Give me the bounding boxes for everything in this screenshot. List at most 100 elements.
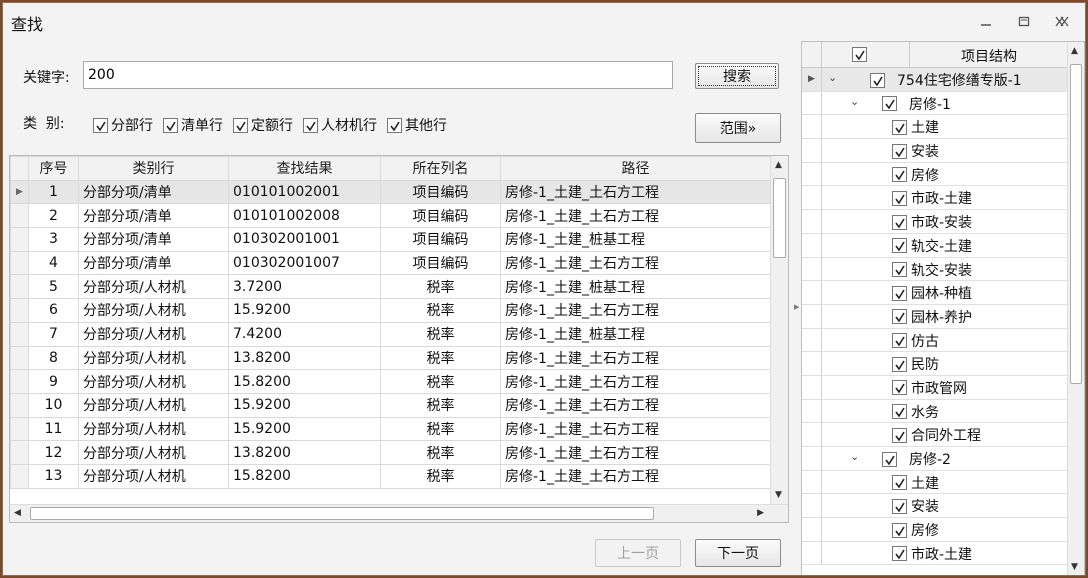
row-indicator[interactable] bbox=[10, 392, 29, 418]
cell-path[interactable]: 房修-1_土建_土石方工程 bbox=[500, 463, 771, 489]
cell-path[interactable]: 房修-1_土建_土石方工程 bbox=[500, 298, 771, 323]
cell-result[interactable]: 15.9200 bbox=[228, 298, 381, 323]
checkbox-icon[interactable] bbox=[892, 143, 907, 159]
tree-node-item[interactable]: 土建 bbox=[802, 470, 1068, 495]
tree-node-item[interactable]: 民防 bbox=[802, 352, 1068, 376]
cell-category[interactable]: 分部分项/人材机 bbox=[78, 416, 229, 442]
tree-node-item[interactable]: 安装 bbox=[802, 494, 1068, 519]
cell-column[interactable]: 税率 bbox=[380, 392, 501, 418]
col-header-result[interactable]: 查找结果 bbox=[228, 156, 381, 181]
chevron-down-icon[interactable]: ⌄ bbox=[828, 71, 837, 84]
table-row[interactable]: 8 分部分项/人材机 13.8200 税率 房修-1_土建_土石方工程 bbox=[10, 345, 771, 371]
cell-column[interactable]: 税率 bbox=[380, 274, 501, 300]
cell-path[interactable]: 房修-1_土建_土石方工程 bbox=[500, 369, 771, 394]
tree-node-item[interactable]: 合同外工程 bbox=[802, 423, 1068, 447]
checkbox-icon[interactable] bbox=[892, 262, 907, 277]
tree-node-label[interactable]: 园林-养护 bbox=[911, 307, 972, 327]
scroll-down-icon[interactable]: ▼ bbox=[1071, 562, 1078, 572]
tree-node-label[interactable]: 土建 bbox=[911, 473, 939, 493]
scroll-up-icon[interactable]: ▲ bbox=[1071, 46, 1078, 56]
cell-result[interactable]: 15.9200 bbox=[228, 392, 381, 418]
scroll-left-icon[interactable]: ◀ bbox=[14, 508, 21, 518]
row-indicator[interactable] bbox=[10, 463, 29, 489]
cell-result[interactable]: 15.9200 bbox=[228, 416, 381, 442]
tree-node-root[interactable]: ▶ ⌄ 754住宅修缮专版-1 bbox=[802, 68, 1068, 92]
table-row[interactable]: 9 分部分项/人材机 15.8200 税率 房修-1_土建_土石方工程 bbox=[10, 369, 771, 394]
scroll-thumb[interactable] bbox=[1070, 64, 1082, 384]
scroll-thumb[interactable] bbox=[773, 178, 786, 258]
cell-category[interactable]: 分部分项/人材机 bbox=[78, 345, 229, 371]
tree-node-item[interactable]: 市政-土建 bbox=[802, 541, 1068, 566]
cell-column[interactable]: 项目编码 bbox=[380, 179, 501, 205]
row-indicator[interactable] bbox=[10, 416, 29, 442]
tree-node-label[interactable]: 轨交-安装 bbox=[911, 260, 972, 280]
range-button[interactable]: 范围» bbox=[695, 113, 781, 143]
cell-path[interactable]: 房修-1_土建_土石方工程 bbox=[500, 416, 771, 442]
cell-category[interactable]: 分部分项/人材机 bbox=[78, 463, 229, 489]
row-indicator[interactable] bbox=[10, 369, 29, 394]
cell-column[interactable]: 税率 bbox=[380, 416, 501, 442]
cell-result[interactable]: 15.8200 bbox=[228, 463, 381, 489]
tree-node-group[interactable]: ⌄ 房修-1 bbox=[802, 91, 1068, 116]
scroll-thumb[interactable] bbox=[30, 507, 654, 520]
category-qingdan[interactable]: 清单行 bbox=[163, 115, 223, 135]
tree-node-item[interactable]: 市政-安装 bbox=[802, 210, 1068, 234]
cell-result[interactable]: 010101002001 bbox=[228, 179, 381, 205]
cell-category[interactable]: 分部分项/人材机 bbox=[78, 298, 229, 323]
cell-no[interactable]: 4 bbox=[28, 250, 79, 276]
tree-vertical-scrollbar[interactable]: ▲ ▼ bbox=[1067, 42, 1084, 575]
table-row[interactable]: 2 分部分项/清单 010101002008 项目编码 房修-1_土建_土石方工程 bbox=[10, 203, 771, 229]
scroll-right-icon[interactable]: ▶ bbox=[757, 508, 764, 518]
cell-category[interactable]: 分部分项/清单 bbox=[78, 227, 229, 252]
cell-result[interactable]: 010302001007 bbox=[228, 250, 381, 276]
cell-no[interactable]: 3 bbox=[28, 227, 79, 252]
table-row[interactable]: 12 分部分项/人材机 13.8200 税率 房修-1_土建_土石方工程 bbox=[10, 440, 771, 465]
tree-node-label[interactable]: 土建 bbox=[911, 117, 939, 137]
tree-node-label[interactable]: 园林-种植 bbox=[911, 283, 972, 303]
checkbox-icon[interactable] bbox=[163, 117, 178, 133]
tree-node-label[interactable]: 安装 bbox=[911, 496, 939, 516]
row-indicator[interactable] bbox=[10, 440, 29, 465]
scroll-down-icon[interactable]: ▼ bbox=[775, 490, 782, 500]
checkbox-icon[interactable] bbox=[387, 117, 402, 133]
search-button[interactable]: 搜索 bbox=[695, 63, 779, 89]
category-dinge[interactable]: 定额行 bbox=[233, 115, 293, 135]
tree-node-label[interactable]: 轨交-土建 bbox=[911, 236, 972, 256]
tree-node-item[interactable]: 市政-土建 bbox=[802, 186, 1068, 211]
table-row[interactable]: 13 分部分项/人材机 15.8200 税率 房修-1_土建_土石方工程 bbox=[10, 463, 771, 489]
cell-no[interactable]: 9 bbox=[28, 369, 79, 394]
cell-category[interactable]: 分部分项/人材机 bbox=[78, 369, 229, 394]
minimize-icon[interactable] bbox=[975, 13, 997, 31]
tree-node-label[interactable]: 市政管网 bbox=[911, 378, 967, 398]
cell-no[interactable]: 8 bbox=[28, 345, 79, 371]
row-indicator[interactable] bbox=[10, 250, 29, 276]
table-row[interactable]: 5 分部分项/人材机 3.7200 税率 房修-1_土建_桩基工程 bbox=[10, 274, 771, 300]
tree-node-label[interactable]: 水务 bbox=[911, 402, 939, 422]
cell-category[interactable]: 分部分项/人材机 bbox=[78, 392, 229, 418]
checkbox-icon[interactable] bbox=[892, 238, 907, 254]
checkbox-icon[interactable] bbox=[870, 72, 885, 88]
cell-no[interactable]: 2 bbox=[28, 203, 79, 229]
category-other[interactable]: 其他行 bbox=[387, 115, 447, 135]
cell-no[interactable]: 10 bbox=[28, 392, 79, 418]
splitter-arrow-icon[interactable]: ▶ bbox=[794, 303, 799, 311]
cell-category[interactable]: 分部分项/人材机 bbox=[78, 321, 229, 347]
tree-node-label[interactable]: 房修 bbox=[911, 165, 939, 185]
tree-node-item[interactable]: 轨交-安装 bbox=[802, 257, 1068, 282]
cell-no[interactable]: 11 bbox=[28, 416, 79, 442]
cell-column[interactable]: 项目编码 bbox=[380, 227, 501, 252]
results-horizontal-scrollbar[interactable]: ◀ ▶ bbox=[10, 504, 788, 522]
row-indicator[interactable]: ▶ bbox=[10, 179, 29, 205]
cell-column[interactable]: 税率 bbox=[380, 463, 501, 489]
tree-node-item[interactable]: 土建 bbox=[802, 115, 1068, 140]
tree-node-label[interactable]: 房修 bbox=[911, 520, 939, 540]
checkbox-icon[interactable] bbox=[882, 96, 897, 112]
tree-node-label[interactable]: 合同外工程 bbox=[911, 425, 981, 445]
tree-node-label[interactable]: 房修-2 bbox=[909, 449, 951, 469]
table-row[interactable]: 7 分部分项/人材机 7.4200 税率 房修-1_土建_桩基工程 bbox=[10, 321, 771, 347]
checkbox-icon[interactable] bbox=[892, 356, 907, 372]
prev-page-button[interactable]: 上一页 bbox=[595, 539, 681, 567]
tree-node-label[interactable]: 754住宅修缮专版-1 bbox=[897, 70, 1022, 90]
cell-no[interactable]: 1 bbox=[28, 179, 79, 205]
tree-node-item[interactable]: 轨交-土建 bbox=[802, 233, 1068, 258]
